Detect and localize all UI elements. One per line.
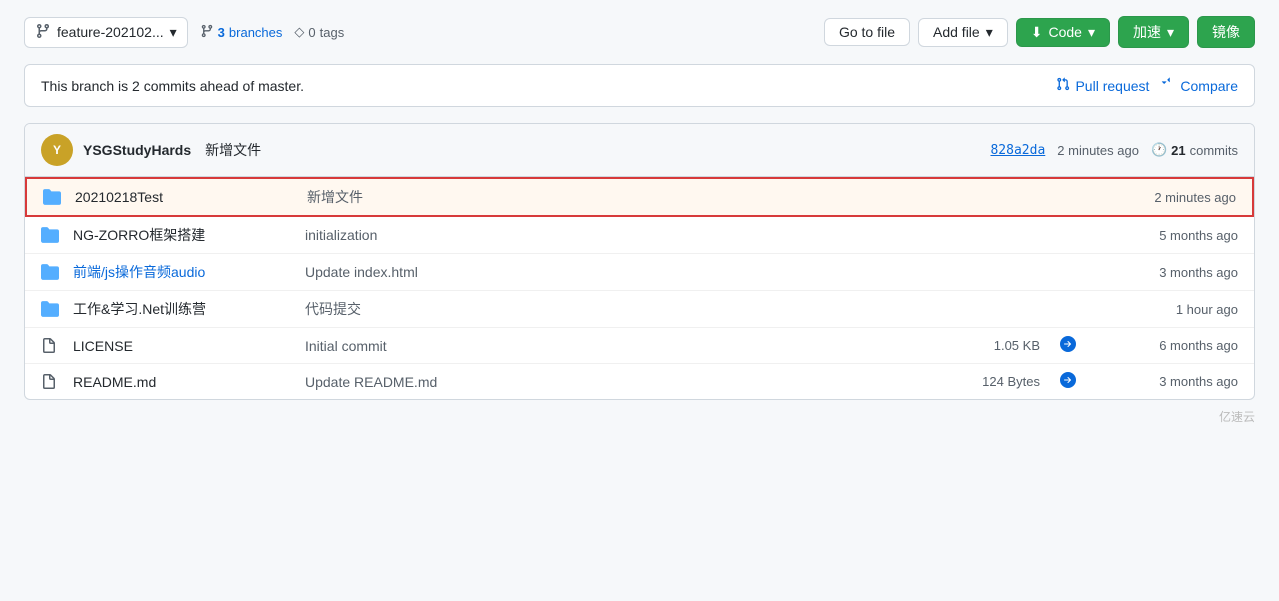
commits-link[interactable]: 🕐 21 commits (1151, 142, 1238, 158)
file-time: 1 hour ago (1088, 302, 1238, 317)
add-file-label: Add file (933, 24, 980, 40)
file-description: 代码提交 (305, 299, 948, 319)
tags-label: tags (320, 25, 345, 40)
commit-message: 新增文件 (205, 140, 261, 160)
commit-header: Y YSGStudyHards 新增文件 828a2da 2 minutes a… (25, 124, 1254, 177)
branch-ahead-message: This branch is 2 commits ahead of master… (41, 78, 304, 94)
folder-icon (41, 300, 61, 318)
branches-link[interactable]: 3 branches (200, 24, 283, 41)
watermark-area: 亿速云 (24, 400, 1255, 433)
compare-link[interactable]: Compare (1161, 77, 1238, 94)
table-row: NG-ZORRO框架搭建 initialization 5 months ago (25, 217, 1254, 254)
file-time: 3 months ago (1088, 374, 1238, 389)
toolbar-right: Go to file Add file ▾ ⬇ Code ▾ 加速 ▾ 镜像 (824, 16, 1255, 48)
code-arrow: ▾ (1088, 24, 1095, 41)
jiasu-arrow: ▾ (1167, 24, 1174, 41)
file-description: Initial commit (305, 338, 948, 354)
branch-dropdown-arrow: ▾ (170, 24, 177, 41)
code-button[interactable]: ⬇ Code ▾ (1016, 18, 1110, 47)
tag-icon: ◇ (294, 24, 304, 40)
file-size: 1.05 KB (960, 338, 1040, 353)
file-size: 124 Bytes (960, 374, 1040, 389)
commit-meta: 828a2da 2 minutes ago 🕐 21 commits (990, 142, 1238, 158)
jiasu-button[interactable]: 加速 ▾ (1118, 16, 1189, 48)
tags-link[interactable]: ◇ 0 tags (294, 24, 344, 40)
branches-label: branches (229, 25, 282, 40)
file-time: 2 minutes ago (1086, 190, 1236, 205)
file-description: initialization (305, 227, 948, 243)
table-row: 工作&学习.Net训练营 代码提交 1 hour ago (25, 291, 1254, 328)
goto-file-label: Go to file (839, 24, 895, 40)
main-container: feature-20210​2... ▾ 3 branches ◇ 0 tags… (0, 0, 1279, 449)
file-name-text: 20210218Test (75, 189, 163, 205)
branches-count: 3 (218, 25, 225, 40)
table-row: 前端/js操作音频audio Update index.html 3 months … (25, 254, 1254, 291)
jiasu-label: 加速 (1133, 22, 1161, 42)
pull-request-link[interactable]: Pull request (1056, 77, 1149, 94)
file-name-text: NG-ZORRO框架搭建 (73, 227, 205, 243)
file-time: 5 months ago (1088, 228, 1238, 243)
table-row: README.md Update README.md 124 Bytes 3 mont… (25, 364, 1254, 399)
toolbar: feature-20210​2... ▾ 3 branches ◇ 0 tags… (24, 16, 1255, 48)
branch-name: feature-20210​2... (57, 24, 164, 40)
table-row: LICENSE Initial commit 1.05 KB 6 months ago (25, 328, 1254, 364)
add-file-button[interactable]: Add file ▾ (918, 18, 1008, 47)
avatar-initials: Y (53, 143, 61, 157)
file-time: 3 months ago (1088, 265, 1238, 280)
file-description: 新增文件 (307, 187, 946, 207)
folder-icon (43, 188, 63, 206)
folder-icon (41, 226, 61, 244)
file-description: Update README.md (305, 374, 948, 390)
jingxiang-button[interactable]: 镜像 (1197, 16, 1255, 48)
code-label: Code (1048, 24, 1081, 40)
branch-info-bar: This branch is 2 commits ahead of master… (24, 64, 1255, 107)
file-table: Y YSGStudyHards 新增文件 828a2da 2 minutes a… (24, 123, 1255, 400)
commit-author[interactable]: YSGStudyHards (83, 142, 191, 158)
branch-count-icon (200, 24, 214, 41)
upload-icon (1060, 372, 1076, 391)
download-icon: ⬇ (1031, 24, 1043, 41)
jingxiang-label: 镜像 (1212, 22, 1240, 42)
commits-count: 21 (1171, 143, 1185, 158)
watermark-text: 亿速云 (1219, 408, 1255, 425)
table-row: 20210218Test 新增文件 2 minutes ago (25, 177, 1254, 217)
file-name-text: README.md (73, 374, 156, 390)
compare-icon (1161, 77, 1175, 94)
tags-count: 0 (308, 25, 315, 40)
add-file-arrow: ▾ (986, 24, 993, 41)
file-time: 6 months ago (1088, 338, 1238, 353)
file-name-link[interactable]: 前端/js操作音频audio (73, 264, 205, 280)
file-icon (41, 338, 61, 354)
pull-request-label: Pull request (1075, 78, 1149, 94)
file-description: Update index.html (305, 264, 948, 280)
branch-info-actions: Pull request Compare (1056, 77, 1238, 94)
upload-icon (1060, 336, 1076, 355)
commit-time: 2 minutes ago (1057, 143, 1139, 158)
file-name-text: LICENSE (73, 338, 133, 354)
branch-icon (35, 23, 51, 42)
folder-icon (41, 263, 61, 281)
file-name-text: 工作&学习.Net训练营 (73, 301, 206, 317)
compare-label: Compare (1180, 78, 1238, 94)
pull-request-icon (1056, 77, 1070, 94)
commit-hash[interactable]: 828a2da (990, 143, 1045, 158)
branch-selector-button[interactable]: feature-20210​2... ▾ (24, 17, 188, 48)
history-icon: 🕐 (1151, 142, 1167, 158)
file-rows-container: 20210218Test 新增文件 2 minutes ago NG-ZORRO框架搭… (25, 177, 1254, 399)
goto-file-button[interactable]: Go to file (824, 18, 910, 46)
file-icon (41, 374, 61, 390)
commits-label: commits (1190, 143, 1238, 158)
avatar: Y (41, 134, 73, 166)
